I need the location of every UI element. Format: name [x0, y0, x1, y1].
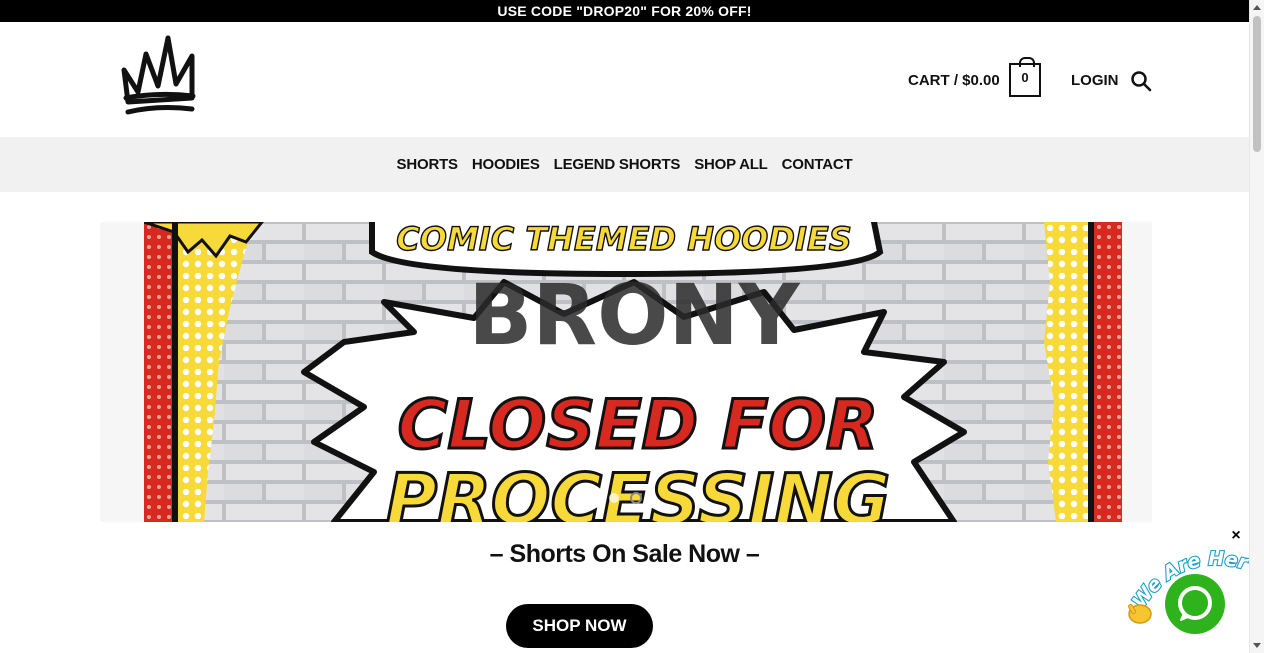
- nav-item-shop-all[interactable]: SHOP ALL: [687, 156, 774, 173]
- banner-top-text: COMIC THEMED HOODIES: [396, 222, 852, 258]
- banner-line2: PROCESSING: [386, 459, 890, 522]
- nav-item-contact[interactable]: CONTACT: [775, 156, 860, 173]
- chat-open-button[interactable]: [1165, 574, 1225, 634]
- hero-banner-image[interactable]: COMIC THEMED HOODIES BRONY CLOSED FOR PR…: [144, 222, 1122, 522]
- shop-now-button[interactable]: SHOP NOW: [506, 604, 653, 648]
- login-link[interactable]: LOGIN: [1071, 72, 1119, 89]
- banner-brand-text: BRONY: [468, 266, 800, 364]
- chat-bubble-icon: [1178, 586, 1212, 621]
- scroll-down-arrow-icon[interactable]: [1253, 643, 1261, 648]
- promo-bar: USE CODE "DROP20" FOR 20% OFF!: [0, 0, 1249, 22]
- cart-count-badge[interactable]: 0: [1009, 57, 1041, 97]
- crown-logo-icon[interactable]: [118, 34, 198, 118]
- waving-hand-icon: [1128, 603, 1152, 624]
- hero-slider[interactable]: COMIC THEMED HOODIES BRONY CLOSED FOR PR…: [100, 222, 1152, 522]
- scroll-up-arrow-icon[interactable]: [1253, 5, 1261, 10]
- scroll-thumb[interactable]: [1253, 16, 1261, 152]
- main-nav: SHORTS HOODIES LEGEND SHORTS SHOP ALL CO…: [0, 137, 1249, 192]
- page-scrollbar[interactable]: [1249, 0, 1264, 653]
- promo-text: USE CODE "DROP20" FOR 20% OFF!: [497, 3, 752, 19]
- section-headline: – Shorts On Sale Now –: [489, 540, 760, 568]
- nav-item-shorts[interactable]: SHORTS: [390, 156, 465, 173]
- cart-count: 0: [1021, 70, 1029, 85]
- search-icon[interactable]: [1130, 70, 1152, 92]
- site-header: CART / $0.00 0 LOGIN: [0, 22, 1249, 137]
- banner-line1: CLOSED FOR: [398, 386, 879, 465]
- nav-item-hoodies[interactable]: HOODIES: [465, 156, 547, 173]
- cart-link[interactable]: CART / $0.00: [908, 72, 1000, 89]
- slider-dot-1: [609, 493, 619, 503]
- nav-item-legend-shorts[interactable]: LEGEND SHORTS: [547, 156, 688, 173]
